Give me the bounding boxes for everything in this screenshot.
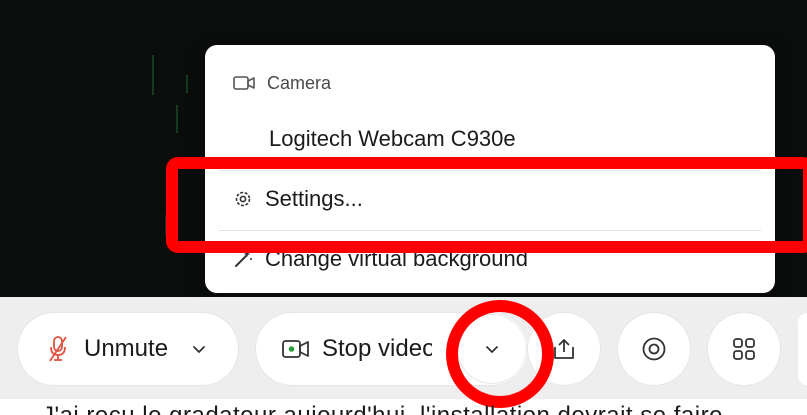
video-options-dropdown-button[interactable] [458, 315, 526, 383]
menu-divider [219, 170, 761, 171]
more-button-partial[interactable] [798, 313, 807, 385]
menu-item-label: Logitech Webcam C930e [269, 126, 516, 151]
camera-icon [233, 75, 255, 91]
apps-button[interactable] [708, 313, 780, 385]
unmute-label: Unmute [84, 335, 169, 362]
camera-dropdown-menu: Camera Logitech Webcam C930e Settings...… [205, 45, 775, 293]
unmute-button[interactable]: Unmute [18, 313, 238, 385]
video-noise [152, 55, 154, 95]
chevron-down-icon [485, 344, 499, 354]
video-noise [186, 75, 188, 93]
share-screen-icon [551, 337, 577, 361]
caption-strip: J'ai reçu le gradateur aujourd'hui, l'in… [0, 399, 807, 415]
gear-icon [233, 189, 253, 209]
caption-text: J'ai reçu le gradateur aujourd'hui, l'in… [42, 402, 723, 415]
menu-item-change-virtual-background[interactable]: Change virtual background [205, 233, 775, 285]
video-noise [176, 105, 178, 133]
record-icon [641, 336, 667, 362]
apps-grid-icon [731, 336, 757, 362]
menu-item-settings[interactable]: Settings... [205, 173, 775, 225]
share-screen-button[interactable] [528, 313, 600, 385]
stop-video-label: Stop video [322, 335, 432, 362]
menu-item-label: Settings... [265, 186, 363, 211]
chevron-down-icon[interactable] [192, 344, 206, 354]
menu-divider [219, 230, 761, 231]
menu-section-camera: Camera [205, 63, 775, 103]
video-noise [165, 215, 167, 235]
menu-section-title: Camera [267, 72, 332, 93]
menu-item-logitech-webcam[interactable]: Logitech Webcam C930e [205, 113, 775, 165]
magic-wand-icon [233, 249, 253, 269]
record-button[interactable] [618, 313, 690, 385]
mic-off-icon [48, 335, 68, 363]
menu-item-label: Change virtual background [265, 246, 528, 271]
video-camera-icon [282, 339, 310, 359]
